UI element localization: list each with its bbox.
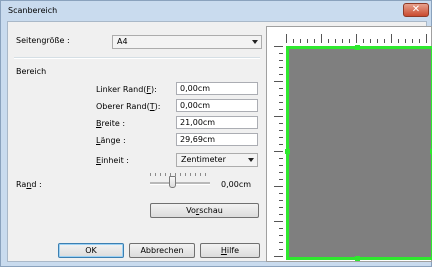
page-size-label: Seitengröße : — [16, 36, 70, 45]
slider-track — [150, 182, 210, 185]
width-field[interactable]: 21,00cm — [176, 116, 258, 129]
resize-handle-left[interactable] — [285, 149, 290, 154]
margin-label: Rand : — [16, 180, 42, 189]
help-button[interactable]: Hilfe — [200, 243, 260, 258]
length-field[interactable]: 29,69cm — [176, 133, 258, 146]
scan-preview-pane[interactable] — [266, 26, 432, 262]
unit-label: Einheit : — [96, 156, 129, 165]
window-title: Scanbereich — [8, 6, 58, 15]
length-label: Länge : — [96, 136, 126, 145]
margin-slider[interactable] — [150, 172, 210, 192]
chevron-down-icon — [248, 158, 254, 162]
width-label: Breite : — [96, 119, 126, 128]
vertical-ruler — [267, 46, 283, 262]
margin-value: 0,00cm — [221, 180, 252, 189]
page-size-select[interactable]: A4 — [112, 35, 262, 49]
separator — [14, 57, 260, 59]
top-margin-label: Oberer Rand(T): — [96, 102, 161, 111]
resize-handle-top[interactable] — [355, 45, 360, 50]
top-margin-field[interactable]: 0,00cm — [176, 99, 258, 112]
resize-handle-bottom[interactable] — [355, 256, 360, 261]
slider-thumb-icon[interactable] — [169, 176, 176, 188]
preview-button[interactable]: Vorschau — [150, 203, 259, 218]
title-bar[interactable]: Scanbereich ✕ — [1, 1, 431, 21]
scan-area-selection[interactable] — [285, 45, 432, 261]
chevron-down-icon — [252, 40, 258, 44]
close-button[interactable]: ✕ — [403, 3, 429, 17]
left-margin-label: Linker Rand(F): — [96, 85, 157, 94]
ok-button[interactable]: OK — [58, 243, 124, 258]
area-heading: Bereich — [16, 67, 47, 76]
slider-ticks — [150, 173, 210, 176]
left-margin-field[interactable]: 0,00cm — [176, 82, 258, 95]
scan-area-dialog: Scanbereich ✕ Seitengröße : A4 Bereich L… — [0, 0, 432, 267]
page-size-value: A4 — [117, 37, 128, 46]
unit-value: Zentimeter — [181, 155, 226, 164]
cancel-button[interactable]: Abbrechen — [129, 243, 195, 258]
horizontal-ruler — [286, 27, 432, 43]
dialog-body: Seitengröße : A4 Bereich Linker Rand(F):… — [7, 21, 432, 262]
close-icon: ✕ — [411, 4, 421, 15]
unit-select[interactable]: Zentimeter — [176, 153, 258, 167]
